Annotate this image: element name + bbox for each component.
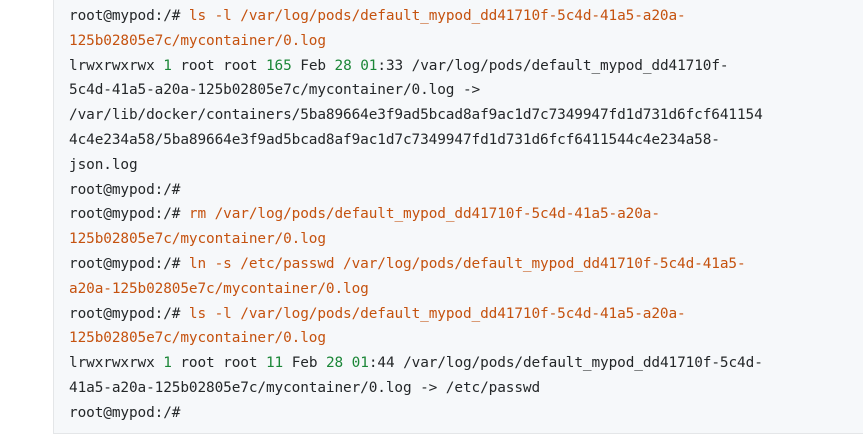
output-text: root@mypod:/# bbox=[69, 181, 181, 198]
command-text: ls -l /var/log/pods/default_mypod_dd4171… bbox=[188, 305, 686, 322]
output-text: root root bbox=[171, 57, 266, 74]
command-text: rm /var/log/pods/default_mypod_dd41710f-… bbox=[188, 206, 660, 223]
code-line: root@mypod:/# ls -l /var/log/pods/defaul… bbox=[69, 302, 863, 327]
output-text: :44 /var/log/pods/default_mypod_dd41710f… bbox=[368, 355, 763, 372]
output-text: 5c4d-41a5-a20a-125b02805e7c/mycontainer/… bbox=[69, 82, 481, 99]
number-token: 28 bbox=[334, 57, 352, 74]
output-text: root@mypod:/# bbox=[69, 404, 181, 421]
code-line: lrwxrwxrwx 1 root root 11 Feb 28 01:44 /… bbox=[69, 351, 863, 376]
output-text: json.log bbox=[69, 156, 138, 173]
number-token: 11 bbox=[265, 355, 284, 372]
code-line: 41a5-a20a-125b02805e7c/mycontainer/0.log… bbox=[69, 376, 863, 401]
command-text: 125b02805e7c/mycontainer/0.log bbox=[69, 32, 326, 49]
output-text: lrwxrwxrwx bbox=[69, 355, 164, 372]
code-line: 125b02805e7c/mycontainer/0.log bbox=[69, 227, 863, 252]
output-text: /var/lib/docker/containers/5ba89664e3f9a… bbox=[69, 107, 763, 124]
output-text: Feb bbox=[283, 355, 326, 372]
code-line: json.log bbox=[69, 153, 863, 178]
code-line: 4c4e234a58/5ba89664e3f9ad5bcad8af9ac1d7c… bbox=[69, 128, 863, 153]
number-token: 165 bbox=[265, 57, 292, 74]
code-line: 125b02805e7c/mycontainer/0.log bbox=[69, 326, 863, 351]
command-text: 125b02805e7c/mycontainer/0.log bbox=[69, 231, 326, 248]
output-text: root@mypod:/# bbox=[69, 255, 189, 272]
output-text: 41a5-a20a-125b02805e7c/mycontainer/0.log… bbox=[69, 379, 541, 396]
command-text: ln -s /etc/passwd /var/log/pods/default_… bbox=[188, 255, 746, 272]
output-text: root@mypod:/# bbox=[69, 206, 189, 223]
output-text: root root bbox=[171, 355, 266, 372]
code-line: lrwxrwxrwx 1 root root 165 Feb 28 01:33 … bbox=[69, 54, 863, 79]
number-token: 28 bbox=[325, 355, 344, 372]
output-text: :33 /var/log/pods/default_mypod_dd41710f… bbox=[377, 57, 729, 74]
code-line: 5c4d-41a5-a20a-125b02805e7c/mycontainer/… bbox=[69, 78, 863, 103]
code-line: 125b02805e7c/mycontainer/0.log bbox=[69, 29, 863, 54]
output-text: root@mypod:/# bbox=[69, 8, 189, 24]
code-line: root@mypod:/# ls -l /var/log/pods/defaul… bbox=[69, 4, 863, 29]
code-line: root@mypod:/# bbox=[69, 401, 863, 426]
number-token: 01 bbox=[360, 57, 378, 74]
code-line: /var/lib/docker/containers/5ba89664e3f9a… bbox=[69, 103, 863, 128]
output-text: lrwxrwxrwx bbox=[69, 57, 164, 74]
code-line: root@mypod:/# ln -s /etc/passwd /var/log… bbox=[69, 252, 863, 277]
code-line: root@mypod:/# bbox=[69, 178, 863, 203]
command-text: ls -l /var/log/pods/default_mypod_dd4171… bbox=[188, 8, 686, 24]
output-text: root@mypod:/# bbox=[69, 305, 189, 322]
code-line: a20a-125b02805e7c/mycontainer/0.log bbox=[69, 277, 863, 302]
output-text: 4c4e234a58/5ba89664e3f9ad5bcad8af9ac1d7c… bbox=[69, 131, 720, 148]
number-token: 1 bbox=[163, 355, 172, 372]
code-line: root@mypod:/# rm /var/log/pods/default_m… bbox=[69, 202, 863, 227]
output-text: Feb bbox=[291, 57, 335, 74]
code-block: root@mypod:/# ls -l /var/log/pods/defaul… bbox=[53, 0, 863, 434]
number-token: 01 bbox=[351, 355, 369, 372]
command-text: 125b02805e7c/mycontainer/0.log bbox=[69, 330, 326, 347]
command-text: a20a-125b02805e7c/mycontainer/0.log bbox=[69, 280, 369, 297]
number-token: 1 bbox=[163, 57, 172, 74]
